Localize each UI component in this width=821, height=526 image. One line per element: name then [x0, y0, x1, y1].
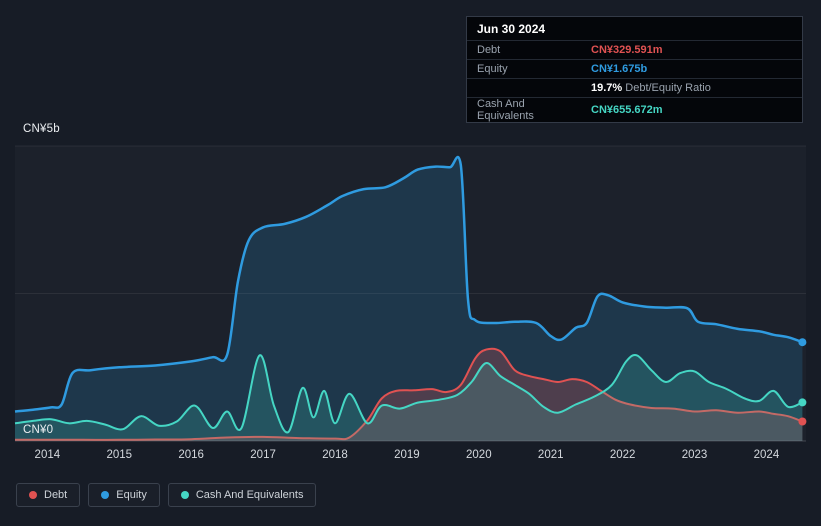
x-tick-2022: 2022 — [609, 449, 636, 461]
x-tick-2023: 2023 — [681, 449, 708, 461]
tooltip-row-ratio: 19.7% Debt/Equity Ratio — [467, 79, 802, 98]
x-tick-2014: 2014 — [34, 449, 61, 461]
tooltip-cash-label: Cash And Equivalents — [477, 98, 534, 122]
y-axis-label-bottom: CN¥0 — [23, 424, 54, 436]
legend-item-equity[interactable]: Equity — [88, 483, 160, 507]
tooltip-debt-label: Debt — [477, 44, 501, 56]
tooltip-ratio-label: Debt/Equity Ratio — [625, 82, 711, 94]
x-tick-2019: 2019 — [394, 449, 420, 461]
tooltip-ratio-value-wrap: 19.7% Debt/Equity Ratio — [591, 82, 711, 94]
legend-label: Equity — [116, 489, 147, 501]
x-tick-2024: 2024 — [753, 449, 780, 461]
tooltip-equity-value: CN¥1.675b — [591, 63, 648, 75]
tooltip-card: Jun 30 2024 Debt CN¥329.591m Equity CN¥1… — [466, 16, 803, 123]
debt-equity-history-panel: CN¥5b CN¥0 2014 2015 2016 2017 2018 2019 2020 2… — [0, 0, 821, 526]
equity-legend-dot-icon — [101, 491, 110, 499]
x-tick-2015: 2015 — [106, 449, 133, 461]
cash-and-equivalents-end-dot — [798, 398, 807, 407]
legend-item-cash-and-equivalents[interactable]: Cash And Equivalents — [167, 483, 317, 507]
tooltip-row-equity: Equity CN¥1.675b — [467, 60, 802, 79]
tooltip-date: Jun 30 2024 — [467, 17, 802, 41]
cash-and-equivalents-legend-dot-icon — [180, 491, 189, 499]
tooltip-row-debt: Debt CN¥329.591m — [467, 41, 802, 60]
legend-label: Cash And Equivalents — [195, 489, 304, 501]
tooltip-equity-label: Equity — [477, 63, 508, 75]
x-axis: 2014 2015 2016 2017 2018 2019 2020 2021 2022 2023… — [0, 449, 821, 465]
debt-legend-dot-icon — [29, 491, 37, 499]
legend-item-debt[interactable]: Debt — [16, 483, 81, 507]
legend: Debt Equity Cash And Equivalents — [16, 483, 317, 507]
x-tick-2021: 2021 — [537, 449, 564, 461]
tooltip-debt-value: CN¥329.591m — [591, 44, 663, 56]
x-tick-2017: 2017 — [250, 449, 276, 461]
legend-label: Debt — [44, 489, 68, 501]
tooltip-ratio-value: 19.7% — [591, 82, 623, 94]
tooltip-cash-value: CN¥655.672m — [591, 104, 663, 116]
equity-end-dot — [798, 338, 807, 347]
y-axis-label-top: CN¥5b — [23, 123, 60, 135]
debt-end-dot — [798, 417, 807, 426]
tooltip-row-cash: Cash And Equivalents CN¥655.672m — [467, 98, 802, 122]
x-tick-2018: 2018 — [322, 449, 348, 461]
x-tick-2016: 2016 — [178, 449, 204, 461]
x-tick-2020: 2020 — [466, 449, 492, 461]
